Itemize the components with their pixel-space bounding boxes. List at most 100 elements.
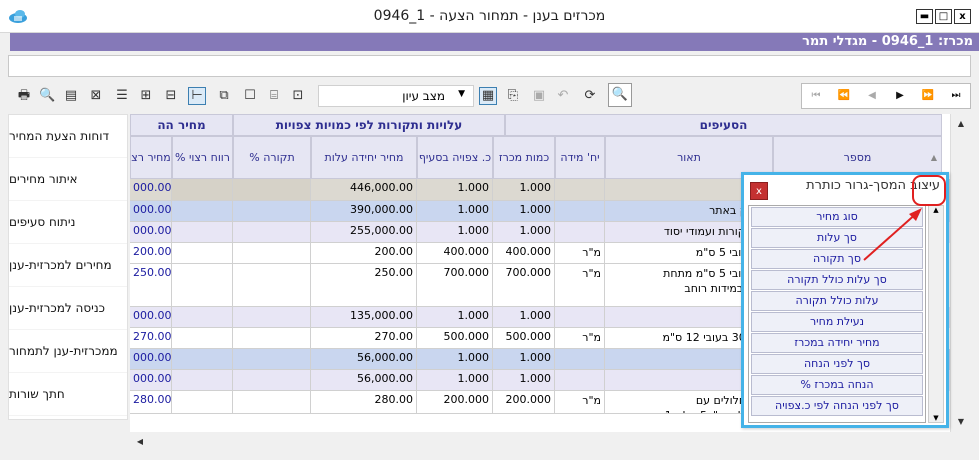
cell-expected-qty[interactable]: 1.000 (417, 370, 493, 391)
prev-record-button[interactable]: ◀ (858, 84, 886, 108)
calculator-icon[interactable]: ⌸ (266, 88, 282, 104)
popup-scroll-down-icon[interactable]: ▼ (929, 414, 943, 422)
col-header-unit-cost[interactable]: מחיר יחידה עלות (311, 136, 417, 179)
cell-profit-pct[interactable] (172, 328, 233, 349)
col-header-profit-pct[interactable]: % רווח רצוי (172, 136, 233, 179)
cell-price[interactable]: 000.00 (130, 349, 172, 370)
popup-field-item[interactable]: סך לפני הנחה (751, 354, 923, 374)
tree-collapse-icon[interactable]: ⊞ (138, 88, 154, 104)
cell-overhead-pct[interactable] (233, 370, 311, 391)
info-field[interactable] (8, 55, 971, 77)
cell-profit-pct[interactable] (172, 370, 233, 391)
cell-overhead-pct[interactable] (233, 264, 311, 307)
cell-overhead-pct[interactable] (233, 243, 311, 264)
maximize-button[interactable]: □ (935, 9, 952, 24)
popup-field-item[interactable]: הנחה במכרז % (751, 375, 923, 395)
sidebar-item-cloud-to-pricing[interactable]: ממכרזית-ענן לתמחור (9, 330, 127, 373)
edit-doc-icon[interactable]: ⎘ (505, 88, 521, 104)
cell-expected-qty[interactable]: 700.000 (417, 264, 493, 307)
popup-field-item[interactable]: עלות כולל תקורה (751, 291, 923, 311)
image-icon[interactable]: ⊡ (290, 88, 306, 104)
sidebar-item-find-prices[interactable]: איתור מחירים (9, 158, 127, 201)
cell-expected-qty[interactable]: 400.000 (417, 243, 493, 264)
cell-unit[interactable]: מ"ר (555, 243, 605, 264)
cell-unit[interactable] (555, 179, 605, 201)
document-icon[interactable]: ▦ (479, 87, 497, 105)
cell-profit-pct[interactable] (172, 264, 233, 307)
cell-tender-qty[interactable]: 1.000 (493, 201, 555, 222)
cell-overhead-pct[interactable] (233, 328, 311, 349)
cell-profit-pct[interactable] (172, 243, 233, 264)
prev-page-button[interactable]: ⏪ (830, 84, 858, 108)
grid-vertical-scrollbar[interactable]: ▲ ▼ (950, 114, 971, 432)
cell-unit-cost[interactable]: 135,000.00 (311, 307, 417, 328)
cell-tender-qty[interactable]: 1.000 (493, 370, 555, 391)
grid-horizontal-scrollbar[interactable]: ◀ (130, 432, 950, 452)
next-record-button[interactable]: ▶ (886, 84, 914, 108)
cell-expected-qty[interactable]: 200.000 (417, 391, 493, 414)
excel-icon[interactable]: ⊠ (88, 88, 104, 104)
sidebar-item-row-cut[interactable]: חתך שורות (9, 373, 127, 416)
col-header-tender-qty[interactable]: כמות מכרז (493, 136, 555, 179)
cell-unit-cost[interactable]: 200.00 (311, 243, 417, 264)
cell-profit-pct[interactable] (172, 179, 233, 201)
cell-overhead-pct[interactable] (233, 222, 311, 243)
minimize-button[interactable]: ▬ (916, 9, 933, 24)
popup-scroll-up-icon[interactable]: ▲ (929, 206, 943, 214)
col-header-expected-qty[interactable]: כ. צפויה בסעיף (417, 136, 493, 179)
first-record-button[interactable]: ⏮ (802, 84, 830, 108)
cell-tender-qty[interactable]: 1.000 (493, 307, 555, 328)
hierarchy-icon[interactable]: ⊟ (163, 88, 179, 104)
print-icon[interactable]: 🖶 (16, 88, 32, 104)
cell-price[interactable]: 250.00 (130, 264, 172, 307)
cell-overhead-pct[interactable] (233, 179, 311, 201)
cell-unit-cost[interactable]: 255,000.00 (311, 222, 417, 243)
sidebar-item-price-reports[interactable]: דוחות הצעת המחיר (9, 115, 127, 158)
cell-unit[interactable]: מ"ר (555, 264, 605, 307)
cell-profit-pct[interactable] (172, 391, 233, 414)
cell-profit-pct[interactable] (172, 222, 233, 243)
cell-expected-qty[interactable]: 500.000 (417, 328, 493, 349)
cell-profit-pct[interactable] (172, 349, 233, 370)
report-icon[interactable]: ▤ (63, 88, 79, 104)
cell-expected-qty[interactable]: 1.000 (417, 201, 493, 222)
cell-tender-qty[interactable]: 200.000 (493, 391, 555, 414)
new-page-icon[interactable]: ☐ (242, 88, 258, 104)
save-icon[interactable]: ▣ (531, 88, 547, 104)
cell-expected-qty[interactable]: 1.000 (417, 222, 493, 243)
cell-unit-cost[interactable]: 56,000.00 (311, 370, 417, 391)
cell-price[interactable]: 270.00 (130, 328, 172, 349)
cell-overhead-pct[interactable] (233, 201, 311, 222)
cell-price[interactable]: 000.00 (130, 370, 172, 391)
scroll-left-icon[interactable]: ◀ (130, 432, 150, 452)
cell-tender-qty[interactable]: 400.000 (493, 243, 555, 264)
sidebar-item-enter-cloud[interactable]: כניסה למכרזית-ענן (9, 287, 127, 330)
cell-price[interactable]: 200.00 (130, 243, 172, 264)
popup-field-item[interactable]: סך לפני הנחה לפי כ.צפויה (751, 396, 923, 416)
undo-icon[interactable]: ↶ (555, 88, 571, 104)
cell-unit-cost[interactable]: 56,000.00 (311, 349, 417, 370)
next-page-button[interactable]: ⏩ (914, 84, 942, 108)
popup-close-button[interactable]: x (750, 182, 768, 200)
cell-profit-pct[interactable] (172, 201, 233, 222)
close-window-button[interactable]: x (954, 9, 971, 24)
cell-profit-pct[interactable] (172, 307, 233, 328)
cell-unit[interactable] (555, 370, 605, 391)
tree-expand-icon[interactable]: ☰ (114, 88, 130, 104)
cell-expected-qty[interactable]: 1.000 (417, 179, 493, 201)
scroll-down-icon[interactable]: ▼ (951, 412, 971, 432)
popup-field-item[interactable]: סך עלות כולל תקורה (751, 270, 923, 290)
cell-price[interactable]: 000.00 (130, 307, 172, 328)
cell-tender-qty[interactable]: 1.000 (493, 179, 555, 201)
last-record-button[interactable]: ⏭ (942, 84, 970, 108)
cell-expected-qty[interactable]: 1.000 (417, 349, 493, 370)
cell-tender-qty[interactable]: 1.000 (493, 222, 555, 243)
sidebar-item-prices-to-cloud[interactable]: מחירים למכרזית-ענן (9, 244, 127, 287)
print-preview-icon[interactable]: 🔍 (39, 88, 55, 104)
cell-unit[interactable] (555, 201, 605, 222)
hierarchy-selected-icon[interactable]: ⊢ (188, 87, 206, 105)
col-header-price[interactable]: מחיר רצ (130, 136, 172, 179)
cell-tender-qty[interactable]: 700.000 (493, 264, 555, 307)
cell-price[interactable]: 000.00 (130, 222, 172, 243)
col-header-unit[interactable]: יח' מידה (555, 136, 605, 179)
